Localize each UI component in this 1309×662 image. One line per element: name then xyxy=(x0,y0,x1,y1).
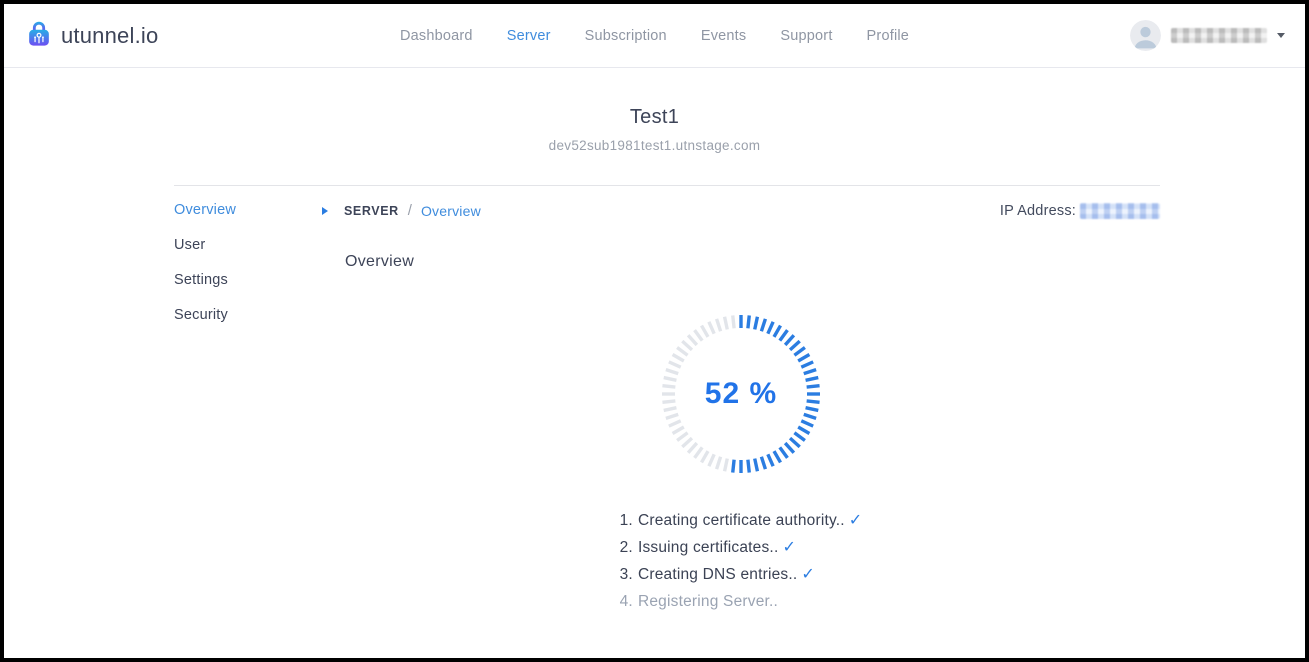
step-number: 4. xyxy=(620,593,633,610)
server-title-block: Test1 dev52sub1981test1.utnstage.com xyxy=(4,68,1305,153)
content-area: Overview User Settings Security SERVER /… xyxy=(174,185,1160,615)
check-icon: ✓ xyxy=(801,566,815,583)
setup-step-4: 4. Registering Server.. xyxy=(620,588,863,615)
breadcrumb-separator: / xyxy=(408,202,412,219)
app-header: utunnel.io Dashboard Server Subscription… xyxy=(4,4,1305,68)
breadcrumb: SERVER / Overview xyxy=(322,202,481,219)
breadcrumb-section: SERVER xyxy=(344,204,399,218)
user-menu[interactable] xyxy=(1130,20,1285,51)
step-number: 3. xyxy=(620,566,633,583)
step-label: Issuing certificates.. xyxy=(638,539,779,556)
breadcrumb-page-link[interactable]: Overview xyxy=(421,203,481,219)
step-number: 2. xyxy=(620,539,633,556)
sidebar: Overview User Settings Security xyxy=(174,202,322,615)
sidebar-item-overview[interactable]: Overview xyxy=(174,203,322,218)
sidebar-item-user[interactable]: User xyxy=(174,238,322,253)
main-nav: Dashboard Server Subscription Events Sup… xyxy=(400,4,909,67)
progress-percent: 52 % xyxy=(656,309,826,479)
padlock-logo-icon xyxy=(24,18,54,53)
nav-item-support[interactable]: Support xyxy=(780,28,832,44)
logo[interactable]: utunnel.io xyxy=(24,18,158,53)
nav-item-server[interactable]: Server xyxy=(507,28,551,44)
chevron-down-icon xyxy=(1277,33,1285,38)
step-number: 1. xyxy=(620,512,633,529)
username-redacted xyxy=(1171,28,1267,43)
app-window: utunnel.io Dashboard Server Subscription… xyxy=(0,0,1309,662)
breadcrumb-arrow-icon xyxy=(322,207,328,215)
setup-step-1: 1. Creating certificate authority..✓ xyxy=(620,507,863,534)
sidebar-item-settings[interactable]: Settings xyxy=(174,273,322,288)
page-title: Test1 xyxy=(4,106,1305,129)
progress-ring: 52 % xyxy=(656,309,826,479)
nav-item-dashboard[interactable]: Dashboard xyxy=(400,28,473,44)
panel-topbar: SERVER / Overview IP Address: xyxy=(322,202,1160,219)
nav-item-profile[interactable]: Profile xyxy=(867,28,910,44)
check-icon: ✓ xyxy=(849,512,863,529)
step-label: Creating certificate authority.. xyxy=(638,512,845,529)
section-title: Overview xyxy=(345,253,1160,271)
nav-item-events[interactable]: Events xyxy=(701,28,747,44)
setup-step-2: 2. Issuing certificates..✓ xyxy=(620,534,863,561)
ip-address: IP Address: xyxy=(1000,203,1160,219)
step-label: Registering Server.. xyxy=(638,593,778,610)
progress-area: 52 % 1.Creating certificate authority..✓… xyxy=(322,271,1160,615)
brand-name: utunnel.io xyxy=(61,23,158,49)
ip-address-redacted xyxy=(1080,203,1160,219)
ip-address-label: IP Address: xyxy=(1000,203,1076,219)
server-domain: dev52sub1981test1.utnstage.com xyxy=(4,138,1305,153)
setup-steps: 1.Creating certificate authority..✓ 2.Is… xyxy=(620,507,863,615)
nav-item-subscription[interactable]: Subscription xyxy=(585,28,667,44)
sidebar-item-security[interactable]: Security xyxy=(174,308,322,323)
avatar xyxy=(1130,20,1161,51)
step-label: Creating DNS entries.. xyxy=(638,566,797,583)
main-panel: SERVER / Overview IP Address: Overview 5… xyxy=(322,202,1160,615)
setup-step-3: 3. Creating DNS entries..✓ xyxy=(620,561,863,588)
check-icon: ✓ xyxy=(782,539,796,556)
